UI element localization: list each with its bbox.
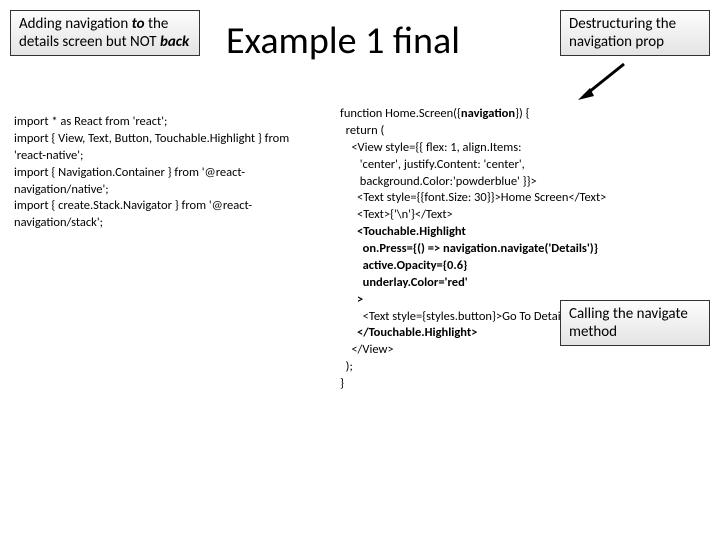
arrow-icon <box>576 60 636 100</box>
slide-title: Example 1 final <box>226 18 460 64</box>
code-imports: import * as React from 'react'; import {… <box>14 114 319 232</box>
callout-text: Calling the navigate method <box>569 305 688 341</box>
callout-adding-navigation: Adding navigation to the details screen … <box>10 10 200 56</box>
callout-text: Adding navigation to the details screen … <box>19 15 189 51</box>
callout-destructuring: Destructuring the navigation prop <box>560 10 710 56</box>
callout-navigate-method: Calling the navigate method <box>560 300 710 346</box>
code-homescreen: function Home.Screen({navigation}) { ret… <box>340 106 710 393</box>
callout-text: Destructuring the navigation prop <box>569 15 676 51</box>
